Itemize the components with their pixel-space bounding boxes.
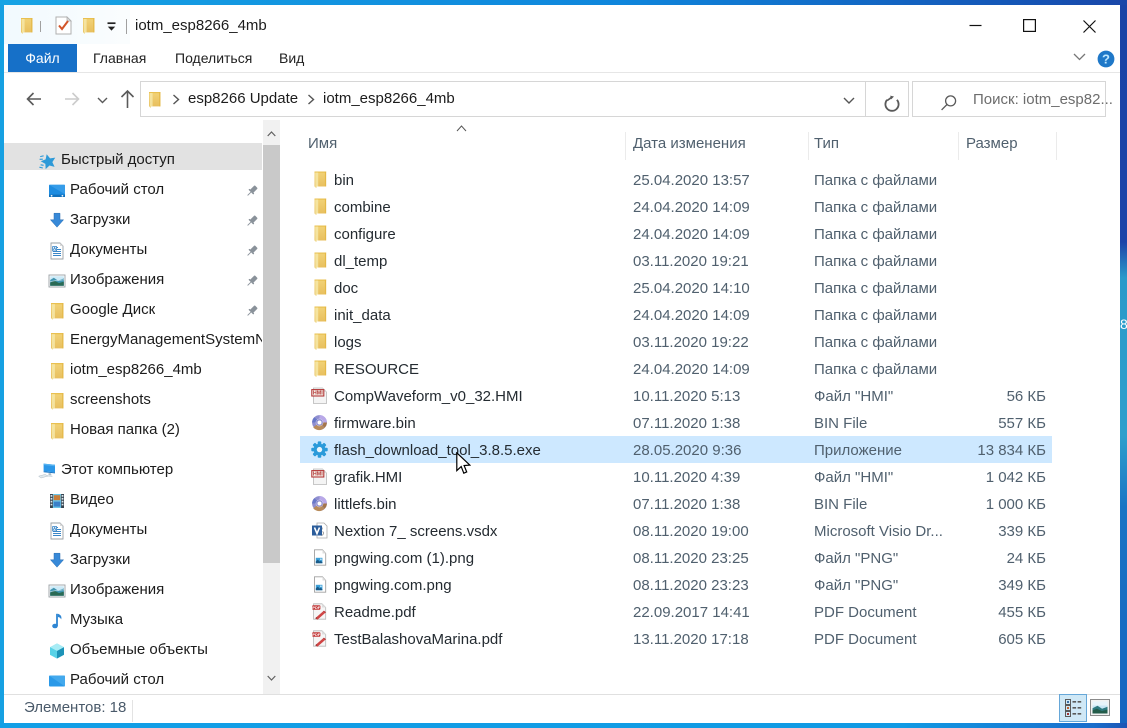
svg-text:?: ? <box>1102 51 1110 66</box>
